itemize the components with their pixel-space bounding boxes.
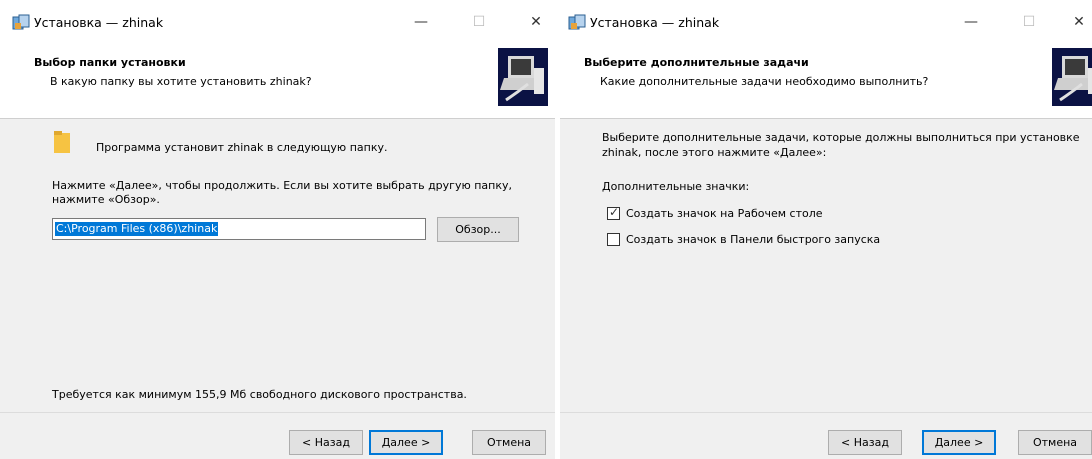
minimize-button[interactable]: —: [960, 12, 982, 32]
wizard-body: Выберите дополнительные задачи, которые …: [560, 119, 1092, 412]
cancel-button[interactable]: Отмена: [472, 430, 546, 455]
wizard-body: Программа установит zhinak в следующую п…: [0, 119, 555, 412]
back-button[interactable]: < Назад: [289, 430, 363, 455]
page-subtitle: Какие дополнительные задачи необходимо в…: [600, 75, 929, 88]
installer-app-icon: [568, 14, 586, 30]
intro-line-1: Выберите дополнительные задачи, которые …: [602, 131, 1080, 144]
page-title: Выбор папки установки: [34, 56, 186, 69]
page-subtitle: В какую папку вы хотите установить zhina…: [50, 75, 312, 88]
quicklaunch-icon-label[interactable]: Создать значок в Панели быстрого запуска: [626, 233, 880, 246]
maximize-button[interactable]: ☐: [468, 12, 490, 32]
wizard-footer: < Назад Далее > Отмена: [0, 413, 555, 459]
folder-description: Программа установит zhinak в следующую п…: [96, 141, 388, 154]
select-tasks-window: Установка — zhinak — ☐ ✕ Выберите дополн…: [560, 0, 1092, 459]
minimize-button[interactable]: —: [410, 12, 432, 32]
wizard-header: Выберите дополнительные задачи Какие доп…: [560, 38, 1092, 118]
wizard-header: Выбор папки установки В какую папку вы х…: [0, 38, 555, 118]
install-folder-window: Установка — zhinak — ☐ ✕ Выбор папки уст…: [0, 0, 555, 459]
install-path-input[interactable]: C:\Program Files (x86)\zhinak: [52, 218, 426, 240]
quicklaunch-icon-checkbox[interactable]: [607, 233, 620, 246]
close-button[interactable]: ✕: [1068, 12, 1090, 32]
browse-button[interactable]: Обзор...: [437, 217, 519, 242]
instruction-line-2: нажмите «Обзор».: [52, 193, 160, 206]
maximize-button[interactable]: ☐: [1018, 12, 1040, 32]
disk-space-text: Требуется как минимум 155,9 Мб свободног…: [52, 388, 467, 401]
wizard-computer-icon: [1052, 48, 1092, 106]
next-button[interactable]: Далее >: [369, 430, 443, 455]
cancel-button[interactable]: Отмена: [1018, 430, 1092, 455]
additional-icons-label: Дополнительные значки:: [602, 180, 750, 193]
title-bar: Установка — zhinak — ☐ ✕: [560, 0, 1092, 38]
page-title: Выберите дополнительные задачи: [584, 56, 809, 69]
close-button[interactable]: ✕: [525, 12, 547, 32]
wizard-footer: < Назад Далее > Отмена: [560, 413, 1092, 459]
back-button[interactable]: < Назад: [828, 430, 902, 455]
window-title: Установка — zhinak: [34, 15, 164, 30]
window-title: Установка — zhinak: [590, 15, 720, 30]
intro-line-2: zhinak, после этого нажмите «Далее»:: [602, 146, 827, 159]
title-bar: Установка — zhinak — ☐ ✕: [0, 0, 555, 38]
install-path-value: C:\Program Files (x86)\zhinak: [55, 222, 219, 236]
installer-app-icon: [12, 14, 30, 30]
instruction-line-1: Нажмите «Далее», чтобы продолжить. Если …: [52, 179, 512, 192]
wizard-computer-icon: [498, 48, 548, 106]
checkmark-icon: ✓: [609, 205, 620, 219]
next-button[interactable]: Далее >: [922, 430, 996, 455]
desktop-icon-label[interactable]: Создать значок на Рабочем столе: [626, 207, 823, 220]
folder-icon: [54, 131, 70, 153]
desktop-icon-checkbox[interactable]: ✓: [607, 205, 620, 220]
